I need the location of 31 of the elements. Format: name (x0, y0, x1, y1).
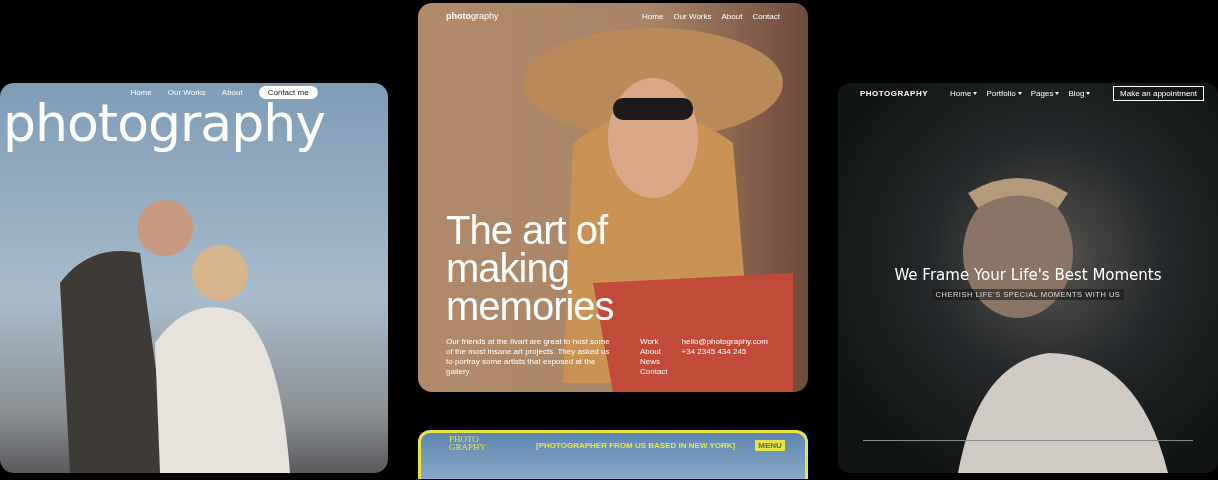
menu-button[interactable]: MENU (755, 440, 785, 451)
contact-info: hello@photography.com (681, 337, 768, 347)
contact-info: +34 2345 434 245 (681, 347, 748, 357)
nav-link[interactable]: About (221, 88, 243, 97)
nav-link[interactable]: Blog (1068, 89, 1091, 98)
footer-link[interactable]: Contact (640, 367, 668, 377)
caret-icon (1086, 92, 1091, 95)
hero-heading: The art of (446, 211, 609, 249)
site-logo: PHOTO GRAPHY (449, 435, 486, 451)
nav-link[interactable]: About (721, 11, 743, 21)
nav-link[interactable]: Contact (752, 11, 780, 21)
nav-link[interactable]: Our Works (167, 88, 206, 97)
footer-link[interactable]: About (640, 347, 668, 357)
nav-link[interactable]: Portfolio (986, 89, 1022, 98)
nav-link[interactable]: Home (130, 88, 152, 97)
caret-icon (1055, 92, 1060, 95)
tagline: [PHOTOGRAPHER FROM US BASED IN NEW YORK] (536, 441, 736, 450)
site-logo: PHOTOGRAPHY (860, 89, 929, 98)
caret-icon (973, 92, 978, 95)
footer-link[interactable]: News (640, 357, 668, 367)
nav-link[interactable]: Home (950, 89, 978, 98)
footer-link[interactable]: Work (640, 337, 668, 347)
site-logo: photography (446, 11, 499, 21)
contact-button[interactable]: Contact me (258, 86, 318, 99)
nav-link[interactable]: Our Works (673, 11, 712, 21)
intro-text: Our friends at the Ilvart are great to host some of the most insane art projects. They asked us to portray some artists that exposed at the gallery. (446, 337, 611, 377)
nav-link[interactable]: Home (642, 11, 664, 21)
caret-icon (1017, 92, 1022, 95)
nav-link[interactable]: Pages (1030, 89, 1060, 98)
appointment-button[interactable]: Make an appointment (1113, 86, 1204, 101)
hero-heading: We Frame Your Life's Best Moments (894, 266, 1162, 284)
